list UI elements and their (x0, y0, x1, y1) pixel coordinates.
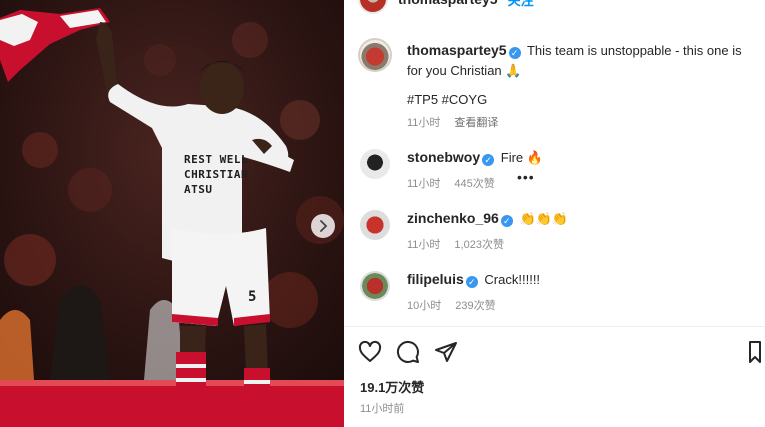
author-avatar[interactable] (358, 38, 392, 72)
commenter-avatar[interactable] (360, 149, 390, 179)
verified-badge-icon: ✓ (465, 276, 478, 288)
comment-body: Crack!!!!!! (484, 272, 541, 287)
comment-time: 10小时 (407, 300, 442, 312)
verified-badge-icon: ✓ (482, 154, 495, 166)
caption-username[interactable]: thomaspartey5 (407, 42, 507, 58)
caption-meta: 11小时 查看翻译 (407, 114, 498, 130)
comment-item: filipeluis ✓ Crack!!!!!! 10小时 239次赞 (360, 271, 750, 313)
comment-username[interactable]: zinchenko_96 (407, 210, 499, 226)
shorts-number: 5 (248, 289, 257, 305)
post-photo: REST WELL CHRISTIAN ATSU 5 (0, 0, 344, 427)
next-image-button[interactable] (311, 214, 335, 238)
comment-text: zinchenko_96 ✓ 👏👏👏 (407, 210, 568, 227)
shirt-line-1: REST WELL (184, 153, 249, 166)
caption: thomaspartey5 ✓ This team is unstoppable … (407, 40, 757, 81)
shirt-line-3: ATSU (184, 183, 213, 196)
comment-likes[interactable]: 239次赞 (455, 297, 495, 313)
follow-button[interactable]: 关注 (508, 0, 534, 9)
comment-username[interactable]: stonebwoy (407, 149, 480, 165)
comment-item: stonebwoy ✓ Fire 🔥 11小时 445次赞 ••• (360, 149, 750, 191)
action-bar (358, 340, 761, 364)
divider (344, 326, 765, 327)
bookmark-icon[interactable] (748, 340, 762, 364)
comment-text: filipeluis ✓ Crack!!!!!! (407, 271, 540, 288)
posted-time: 11小时前 (360, 403, 405, 415)
shirt-tribute-text: REST WELL CHRISTIAN ATSU (184, 152, 248, 197)
more-options-icon[interactable]: ••• (517, 169, 535, 185)
comment-likes[interactable]: 445次赞 (454, 175, 494, 191)
comment-time: 11小时 (407, 178, 441, 190)
hashtags[interactable]: #TP5 #COYG (407, 92, 487, 107)
verified-badge-icon: ✓ (500, 215, 513, 227)
commenter-avatar[interactable] (360, 271, 390, 301)
caption-time: 11小时 (407, 117, 441, 129)
verified-badge-icon: ✓ (508, 47, 521, 59)
comment-likes[interactable]: 1,023次赞 (454, 236, 504, 252)
shirt-line-2: CHRISTIAN (184, 168, 249, 181)
post-side-panel: thomaspartey5 关注 thomaspartey5✓ This tea… (344, 0, 765, 427)
chevron-right-icon (320, 220, 328, 232)
comment-username[interactable]: filipeluis (407, 271, 464, 287)
header-avatar[interactable] (358, 0, 388, 14)
commenter-avatar[interactable] (360, 210, 390, 240)
comment-meta: 11小时 1,023次赞 (407, 236, 504, 252)
player-photo-illustration (0, 0, 344, 427)
comment-meta: 10小时 239次赞 (407, 297, 496, 313)
like-count[interactable]: 19.1万次赞 (360, 377, 424, 396)
comment-time: 11小时 (407, 239, 441, 251)
header-username[interactable]: thomaspartey5 (398, 0, 498, 7)
see-translation-link[interactable]: 查看翻译 (454, 114, 498, 130)
post-header: thomaspartey5 关注 (358, 0, 534, 14)
comment-bubble-icon[interactable] (396, 340, 420, 364)
comment-text: stonebwoy ✓ Fire 🔥 (407, 149, 543, 166)
comment-body: 👏👏👏 (519, 211, 569, 226)
comment-meta: 11小时 445次赞 (407, 175, 495, 191)
paper-plane-icon[interactable] (434, 340, 458, 364)
heart-icon[interactable] (358, 340, 382, 364)
comment-body: Fire 🔥 (500, 150, 543, 165)
comment-item: zinchenko_96 ✓ 👏👏👏 11小时 1,023次赞 (360, 210, 750, 252)
